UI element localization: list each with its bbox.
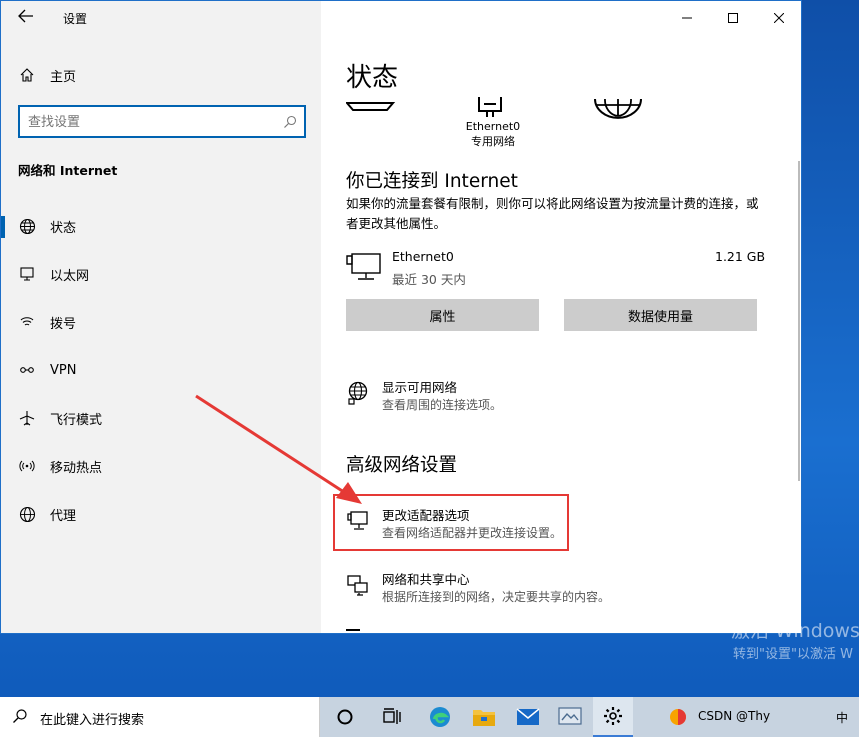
sidebar-item-status[interactable]: 状态 xyxy=(1,206,321,246)
task-view-icon xyxy=(383,708,401,724)
close-button[interactable] xyxy=(756,1,801,35)
sharing-center-link[interactable]: 网络和共享中心 根据所连接到的网络，决定要共享的内容。 xyxy=(346,569,786,611)
tray-text: CSDN @Thy xyxy=(698,709,771,723)
sharing-center-icon xyxy=(347,575,368,596)
connected-description: 如果你的流量套餐有限制，则你可以将此网络设置为按流量计费的连接，或者更改其他属性… xyxy=(346,196,759,231)
activation-watermark-title: 激活 Windows xyxy=(731,620,859,642)
ethernet-icon xyxy=(18,265,36,283)
control-panel-button[interactable] xyxy=(550,697,590,737)
search-icon xyxy=(283,114,297,133)
mail-button[interactable] xyxy=(508,697,548,737)
sidebar-item-label: 移动热点 xyxy=(50,460,103,476)
sidebar-item-vpn[interactable]: VPN xyxy=(1,350,321,390)
taskbar-search-label: 在此键入进行搜索 xyxy=(40,713,145,728)
network-window-icon xyxy=(558,707,582,725)
search-box[interactable] xyxy=(18,105,306,138)
timeline-button[interactable] xyxy=(372,697,412,737)
app-title: 设置 xyxy=(63,12,88,26)
taskbar: 在此键入进行搜索 CSDN @Thy 中 xyxy=(0,697,859,737)
hotspot-icon xyxy=(18,457,36,475)
sidebar-item-dialup[interactable]: 拨号 xyxy=(1,302,321,342)
network-type: 专用网络 xyxy=(471,135,515,148)
gear-icon xyxy=(604,707,622,725)
internet-globe-icon xyxy=(594,98,642,119)
data-usage-button[interactable]: 数据使用量 xyxy=(564,299,757,331)
cutoff-item xyxy=(346,629,476,633)
show-networks-link[interactable]: 显示可用网络 查看周围的连接选项。 xyxy=(346,377,786,419)
sidebar-item-label: 拨号 xyxy=(50,316,77,332)
taskbar-search[interactable]: 在此键入进行搜索 xyxy=(0,697,320,737)
connection-period: 最近 30 天内 xyxy=(392,272,466,287)
sidebar-item-home[interactable]: 主页 xyxy=(1,55,321,95)
adapter-icon xyxy=(478,97,502,117)
settings-button[interactable] xyxy=(593,697,633,737)
sidebar-item-label: VPN xyxy=(50,362,77,378)
search-icon xyxy=(12,708,28,728)
maximize-icon xyxy=(728,13,738,23)
search-input[interactable] xyxy=(28,112,278,132)
connection-usage: 1.21 GB xyxy=(715,249,766,264)
dialup-icon xyxy=(18,313,36,331)
adapter-name: Ethernet0 xyxy=(465,120,521,133)
link-title: 显示可用网络 xyxy=(382,380,458,395)
link-description: 根据所连接到的网络，决定要共享的内容。 xyxy=(382,590,611,604)
cortana-icon xyxy=(337,709,353,725)
edge-icon xyxy=(430,707,450,727)
mail-icon xyxy=(516,708,540,725)
tray-app-button[interactable] xyxy=(658,697,698,737)
annotation-arrow-icon xyxy=(195,394,362,504)
airplane-icon xyxy=(18,409,36,427)
link-title: 网络和共享中心 xyxy=(382,572,470,587)
close-icon xyxy=(774,13,784,23)
scrollbar[interactable] xyxy=(798,161,800,481)
back-button[interactable] xyxy=(11,5,41,31)
home-icon xyxy=(18,66,36,84)
adapter-caption: Ethernet0 专用网络 xyxy=(453,119,533,149)
globe-icon xyxy=(18,505,36,523)
connected-heading: 你已连接到 Internet xyxy=(346,171,518,192)
sidebar-item-label: 飞行模式 xyxy=(50,412,103,428)
minimize-icon xyxy=(682,17,692,19)
sidebar-item-label: 代理 xyxy=(50,508,77,524)
connection-name: Ethernet0 xyxy=(392,249,454,264)
page-title: 状态 xyxy=(346,63,399,93)
globe-status-icon xyxy=(18,217,36,235)
minimize-button[interactable] xyxy=(664,1,710,35)
sidebar-item-ethernet[interactable]: 以太网 xyxy=(1,254,321,294)
activation-watermark-subtitle: 转到"设置"以激活 W xyxy=(733,647,853,662)
folder-icon xyxy=(473,710,495,726)
input-method-indicator[interactable]: 中 xyxy=(836,709,848,726)
sidebar-item-label: 主页 xyxy=(50,69,77,85)
computer-icon xyxy=(346,102,396,111)
ethernet-connection-icon xyxy=(346,253,381,280)
tray-app-icon xyxy=(670,709,686,725)
properties-button[interactable]: 属性 xyxy=(346,299,539,331)
edge-button[interactable] xyxy=(420,697,460,737)
file-explorer-button[interactable] xyxy=(464,697,504,737)
sidebar: 设置 主页 网络和 Internet 状态 以太网 xyxy=(1,1,321,633)
back-arrow-icon xyxy=(18,9,33,23)
section-title: 网络和 Internet xyxy=(18,163,118,178)
sidebar-item-label: 以太网 xyxy=(50,268,90,284)
maximize-button[interactable] xyxy=(710,1,756,35)
vpn-icon xyxy=(18,361,36,379)
task-view-button[interactable] xyxy=(325,697,365,737)
link-description: 查看周围的连接选项。 xyxy=(382,398,503,412)
sidebar-item-label: 状态 xyxy=(50,220,77,236)
